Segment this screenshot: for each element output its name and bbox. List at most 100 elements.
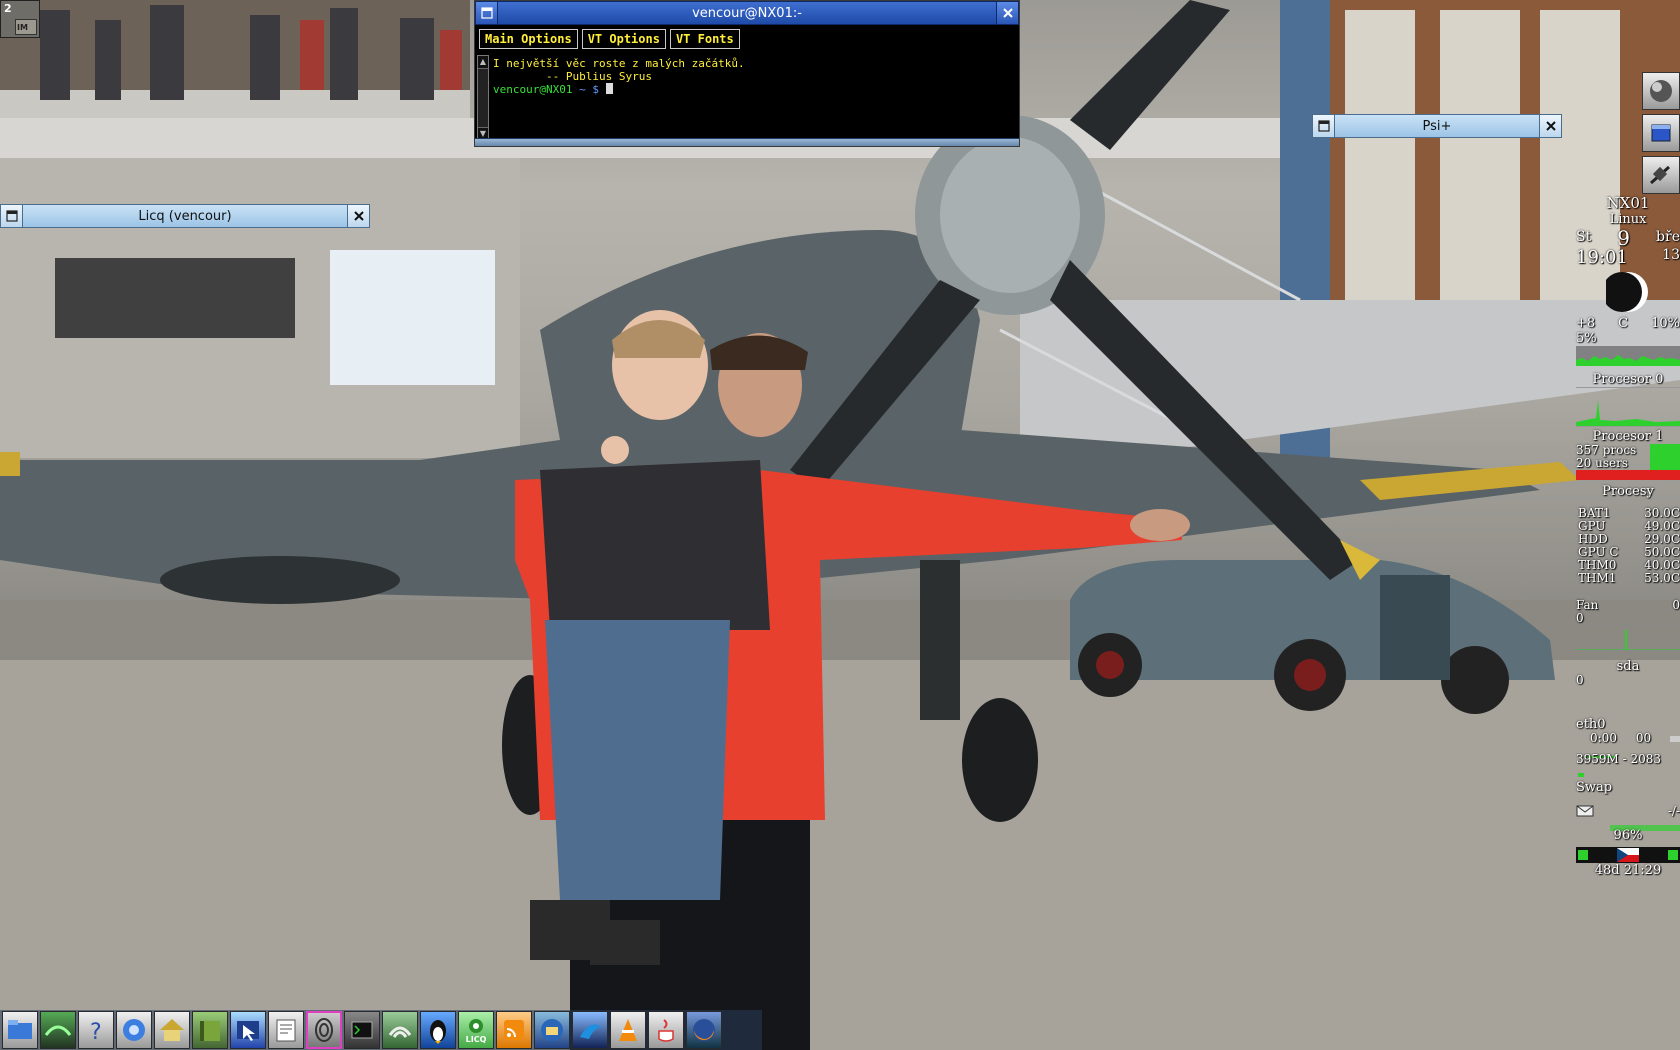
taskbar-rss-reader[interactable] <box>496 1011 532 1049</box>
taskbar-vlc[interactable] <box>610 1011 646 1049</box>
menu-main-options[interactable]: Main Options <box>479 29 578 49</box>
taskbar-nvidia-settings[interactable] <box>40 1011 76 1049</box>
tray-dock <box>1642 72 1680 198</box>
psi-window-menu-button[interactable] <box>1313 115 1335 137</box>
sensor-name: THM1 <box>1578 571 1617 585</box>
cpu-load: 10% <box>1651 316 1680 331</box>
taskbar-java[interactable] <box>648 1011 684 1049</box>
java-icon <box>658 1019 674 1042</box>
scroll-thumb[interactable] <box>478 68 488 128</box>
help-icon: ? <box>90 1020 102 1045</box>
terminal-output[interactable]: I největší věc roste z malých začátků. -… <box>493 57 1013 96</box>
window-menu-icon <box>5 210 18 222</box>
licq-close-button[interactable] <box>347 205 369 227</box>
tray-item-satellite[interactable] <box>1642 156 1680 194</box>
licq-label: LICQ <box>465 1034 487 1044</box>
disk-value: 0 <box>1576 673 1584 687</box>
taskbar-firefox[interactable] <box>686 1011 722 1049</box>
home-folder-icon <box>160 1019 184 1041</box>
swap-label: Swap <box>1576 780 1613 795</box>
tray-item-gimp[interactable] <box>1642 72 1680 110</box>
window-menu-button[interactable] <box>476 2 498 24</box>
licq-window-menu-button[interactable] <box>1 205 23 227</box>
prompt-user-host: vencour@NX01 <box>493 83 573 96</box>
net-extra: 00 <box>1635 731 1652 745</box>
satellite-icon <box>1650 165 1670 185</box>
taskbar-text-editor[interactable] <box>268 1011 304 1049</box>
procs-block: 357 procs 20 users <box>1576 444 1680 480</box>
thunderbird-icon <box>541 1019 563 1041</box>
fingerprint-icon <box>315 1018 333 1042</box>
terminal-scrollbar[interactable]: ▲ ▼ <box>477 55 489 139</box>
close-icon <box>1002 8 1013 18</box>
keyboard-layout-row[interactable] <box>1576 847 1680 863</box>
terminal-bottom-bar <box>475 138 1019 146</box>
tux-icon <box>430 1020 446 1044</box>
svg-text:?: ? <box>90 1020 102 1045</box>
window-icon <box>1651 124 1671 142</box>
fan-graph-lines <box>1576 630 1680 650</box>
desktop-pager[interactable]: 2 IM <box>0 0 40 38</box>
scroll-up-arrow-icon[interactable]: ▲ <box>478 56 488 68</box>
mail-value: -/- <box>1667 804 1680 818</box>
terminal-titlebar[interactable]: vencour@NX01:- <box>475 1 1019 25</box>
window-menu-icon <box>1317 120 1330 132</box>
cpu0-label: Procesor 0 <box>1592 372 1664 387</box>
terminal-icon <box>351 1021 373 1039</box>
uptime: 48d 21:29 <box>1594 863 1662 878</box>
menu-vt-options[interactable]: VT Options <box>581 29 666 49</box>
fan-value: 0 <box>1672 598 1680 612</box>
terminal-title: vencour@NX01:- <box>692 5 802 21</box>
terminal-menubar: Main Options VT Options VT Fonts <box>475 27 1019 51</box>
rss-reader-icon <box>504 1020 524 1040</box>
sensor-value: 53.0C <box>1644 571 1680 585</box>
terminal-window[interactable]: vencour@NX01:- Main Options VT Options V… <box>474 0 1020 147</box>
mail-icon <box>1576 805 1594 817</box>
taskbar-screenshot[interactable] <box>230 1011 266 1049</box>
taskbar-help[interactable]: ? <box>78 1011 114 1049</box>
taskbar-seamonkey[interactable] <box>572 1011 608 1049</box>
procs-label: Procesy <box>1602 484 1654 499</box>
browser-globe-icon <box>123 1019 145 1041</box>
taskbar-tux[interactable] <box>420 1011 456 1049</box>
status-led-icon <box>1668 850 1678 860</box>
cpu-temp-row: +8 C 10% <box>1576 316 1680 331</box>
fan-graph <box>1576 625 1680 651</box>
disk-label: sda <box>1616 659 1640 674</box>
taskbar-licq[interactable]: LICQ <box>458 1011 494 1049</box>
clock-time: 19:01 <box>1576 247 1628 268</box>
sphere-icon <box>1650 80 1672 102</box>
moon-phase <box>1576 270 1680 316</box>
moon-icon <box>1602 272 1648 312</box>
taskbar-file-manager[interactable] <box>2 1011 38 1049</box>
swap-graph-lines <box>1578 773 1584 777</box>
taskbar-book[interactable] <box>192 1011 228 1049</box>
os-name: Linux <box>1609 212 1647 227</box>
menu-vt-fonts[interactable]: VT Fonts <box>669 29 740 49</box>
clock-seconds: 13 <box>1662 247 1680 263</box>
tray-item-window[interactable] <box>1642 114 1680 152</box>
taskbar-browser[interactable] <box>116 1011 152 1049</box>
licq-icon <box>469 1018 483 1033</box>
terminal-cursor <box>605 83 613 94</box>
date-row: St 9 bře <box>1576 228 1680 248</box>
terminal-close-button[interactable] <box>996 2 1018 24</box>
pager-mini-label: IM <box>17 23 28 32</box>
licq-titlebar[interactable]: Licq (vencour) <box>0 204 370 228</box>
fortune-author-line: -- Publius Syrus <box>493 70 652 83</box>
fan-row: Fan 0 <box>1576 599 1680 612</box>
vlc-icon <box>619 1019 637 1041</box>
window-menu-icon <box>480 7 493 19</box>
cpu0-graph <box>1576 346 1680 366</box>
nvidia-settings-icon <box>44 1025 72 1036</box>
taskbar-home[interactable] <box>154 1011 190 1049</box>
psi-titlebar[interactable]: Psi+ <box>1312 114 1562 138</box>
taskbar-network[interactable] <box>382 1011 418 1049</box>
taskbar-terminal[interactable] <box>344 1011 380 1049</box>
mail-row: -/- <box>1576 805 1680 818</box>
taskbar-fingerprint[interactable] <box>306 1011 342 1049</box>
network-icon <box>388 1026 412 1038</box>
taskbar-thunderbird[interactable] <box>534 1011 570 1049</box>
psi-close-button[interactable] <box>1539 115 1561 137</box>
cpu-temp: +8 <box>1576 316 1596 331</box>
